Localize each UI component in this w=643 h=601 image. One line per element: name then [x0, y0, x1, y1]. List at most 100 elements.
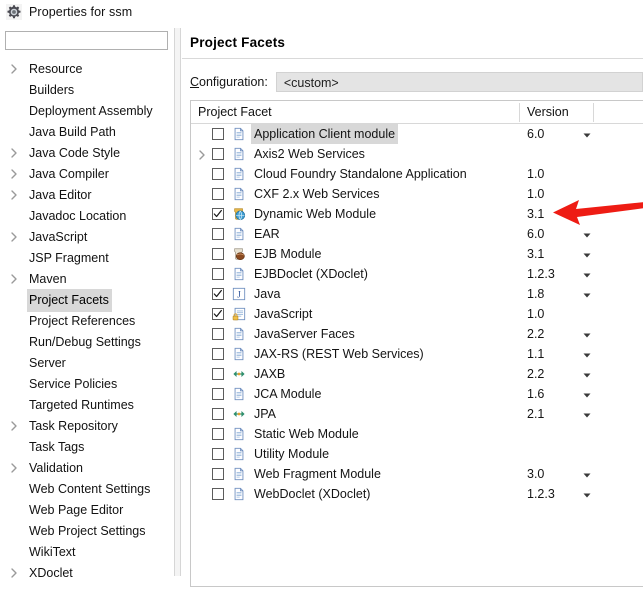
sidebar-item-builders[interactable]: Builders — [0, 79, 176, 100]
chevron-right-icon[interactable] — [9, 146, 19, 160]
table-row[interactable]: EJB Module3.1 — [191, 244, 643, 264]
version-dropdown-button[interactable] — [582, 464, 592, 484]
facet-version[interactable]: 6.0 — [527, 224, 544, 244]
version-dropdown-button[interactable] — [582, 484, 592, 504]
facet-checkbox[interactable] — [212, 288, 224, 300]
sidebar-item-javascript[interactable]: JavaScript — [0, 226, 176, 247]
table-row[interactable]: JavaServer Faces2.2 — [191, 324, 643, 344]
facet-checkbox[interactable] — [212, 208, 224, 220]
version-dropdown-button[interactable] — [582, 244, 592, 264]
sidebar-item-java-code-style[interactable]: Java Code Style — [0, 142, 176, 163]
chevron-right-icon[interactable] — [9, 62, 19, 76]
chevron-right-icon[interactable] — [9, 566, 19, 580]
sidebar-expander[interactable] — [9, 562, 19, 583]
pane-divider-scrollbar[interactable] — [174, 28, 181, 576]
sidebar-item-java-build-path[interactable]: Java Build Path — [0, 121, 176, 142]
facet-checkbox[interactable] — [212, 388, 224, 400]
facet-checkbox[interactable] — [212, 468, 224, 480]
sidebar-expander[interactable] — [9, 415, 19, 436]
filter-input[interactable] — [5, 31, 168, 50]
sidebar-item-java-editor[interactable]: Java Editor — [0, 184, 176, 205]
facet-checkbox[interactable] — [212, 228, 224, 240]
facet-version[interactable]: 1.1 — [527, 344, 544, 364]
version-dropdown-button[interactable] — [582, 124, 592, 144]
sidebar-expander[interactable] — [9, 163, 19, 184]
facet-checkbox[interactable] — [212, 328, 224, 340]
version-dropdown-button[interactable] — [582, 404, 592, 424]
table-row[interactable]: Static Web Module — [191, 424, 643, 444]
row-expander[interactable] — [197, 144, 207, 164]
sidebar-item-maven[interactable]: Maven — [0, 268, 176, 289]
sidebar-expander[interactable] — [9, 142, 19, 163]
version-dropdown-button[interactable] — [582, 284, 592, 304]
sidebar-item-project-references[interactable]: Project References — [0, 310, 176, 331]
version-dropdown-button[interactable] — [582, 364, 592, 384]
chevron-right-icon[interactable] — [9, 230, 19, 244]
chevron-down-icon[interactable] — [582, 328, 592, 342]
table-row[interactable]: Web Fragment Module3.0 — [191, 464, 643, 484]
version-dropdown-button[interactable] — [582, 224, 592, 244]
sidebar-item-xdoclet[interactable]: XDoclet — [0, 562, 176, 583]
table-row[interactable]: EAR6.0 — [191, 224, 643, 244]
version-dropdown-button[interactable] — [582, 264, 592, 284]
sidebar-item-server[interactable]: Server — [0, 352, 176, 373]
chevron-down-icon[interactable] — [582, 128, 592, 142]
table-row[interactable]: JJava1.8 — [191, 284, 643, 304]
facet-version[interactable]: 3.0 — [527, 464, 544, 484]
facet-checkbox[interactable] — [212, 188, 224, 200]
facet-version[interactable]: 6.0 — [527, 124, 544, 144]
sidebar-item-web-page-editor[interactable]: Web Page Editor — [0, 499, 176, 520]
facet-version[interactable]: 1.6 — [527, 384, 544, 404]
facet-checkbox[interactable] — [212, 168, 224, 180]
facet-checkbox[interactable] — [212, 448, 224, 460]
facet-checkbox[interactable] — [212, 348, 224, 360]
table-row[interactable]: Axis2 Web Services — [191, 144, 643, 164]
sidebar-item-resource[interactable]: Resource — [0, 58, 176, 79]
facet-checkbox[interactable] — [212, 308, 224, 320]
sidebar-expander[interactable] — [9, 457, 19, 478]
chevron-down-icon[interactable] — [582, 248, 592, 262]
table-row[interactable]: JavaScript1.0 — [191, 304, 643, 324]
facet-checkbox[interactable] — [212, 428, 224, 440]
chevron-down-icon[interactable] — [582, 268, 592, 282]
sidebar-item-service-policies[interactable]: Service Policies — [0, 373, 176, 394]
facet-version[interactable]: 1.2.3 — [527, 484, 555, 504]
sidebar-item-task-tags[interactable]: Task Tags — [0, 436, 176, 457]
chevron-right-icon[interactable] — [9, 167, 19, 181]
sidebar-item-deployment-assembly[interactable]: Deployment Assembly — [0, 100, 176, 121]
chevron-right-icon[interactable] — [197, 148, 207, 162]
sidebar-item-task-repository[interactable]: Task Repository — [0, 415, 176, 436]
facet-version[interactable]: 1.2.3 — [527, 264, 555, 284]
chevron-down-icon[interactable] — [582, 348, 592, 362]
table-row[interactable]: JCA Module1.6 — [191, 384, 643, 404]
table-row[interactable]: Application Client module6.0 — [191, 124, 643, 144]
chevron-right-icon[interactable] — [9, 419, 19, 433]
sidebar-item-javadoc-location[interactable]: Javadoc Location — [0, 205, 176, 226]
facet-checkbox[interactable] — [212, 248, 224, 260]
table-row[interactable]: Cloud Foundry Standalone Application1.0 — [191, 164, 643, 184]
sidebar-expander[interactable] — [9, 58, 19, 79]
sidebar-item-project-facets[interactable]: Project Facets — [0, 289, 176, 310]
table-row[interactable]: JAXB2.2 — [191, 364, 643, 384]
configuration-combo[interactable]: <custom> — [276, 72, 643, 92]
facet-checkbox[interactable] — [212, 268, 224, 280]
facet-checkbox[interactable] — [212, 488, 224, 500]
table-row[interactable]: CXF 2.x Web Services1.0 — [191, 184, 643, 204]
facet-version[interactable]: 1.0 — [527, 304, 544, 324]
chevron-down-icon[interactable] — [582, 468, 592, 482]
facet-version[interactable]: 3.1 — [527, 244, 544, 264]
chevron-right-icon[interactable] — [9, 461, 19, 475]
version-dropdown-button[interactable] — [582, 324, 592, 344]
chevron-down-icon[interactable] — [582, 488, 592, 502]
column-header-version[interactable]: Version — [527, 101, 569, 123]
chevron-down-icon[interactable] — [582, 408, 592, 422]
chevron-right-icon[interactable] — [9, 272, 19, 286]
facet-version[interactable]: 1.0 — [527, 184, 544, 204]
facet-checkbox[interactable] — [212, 128, 224, 140]
sidebar-expander[interactable] — [9, 226, 19, 247]
table-row[interactable]: WebDoclet (XDoclet)1.2.3 — [191, 484, 643, 504]
facet-checkbox[interactable] — [212, 148, 224, 160]
facet-version[interactable]: 3.1 — [527, 204, 544, 224]
facet-version[interactable]: 1.8 — [527, 284, 544, 304]
table-row[interactable]: JPA2.1 — [191, 404, 643, 424]
